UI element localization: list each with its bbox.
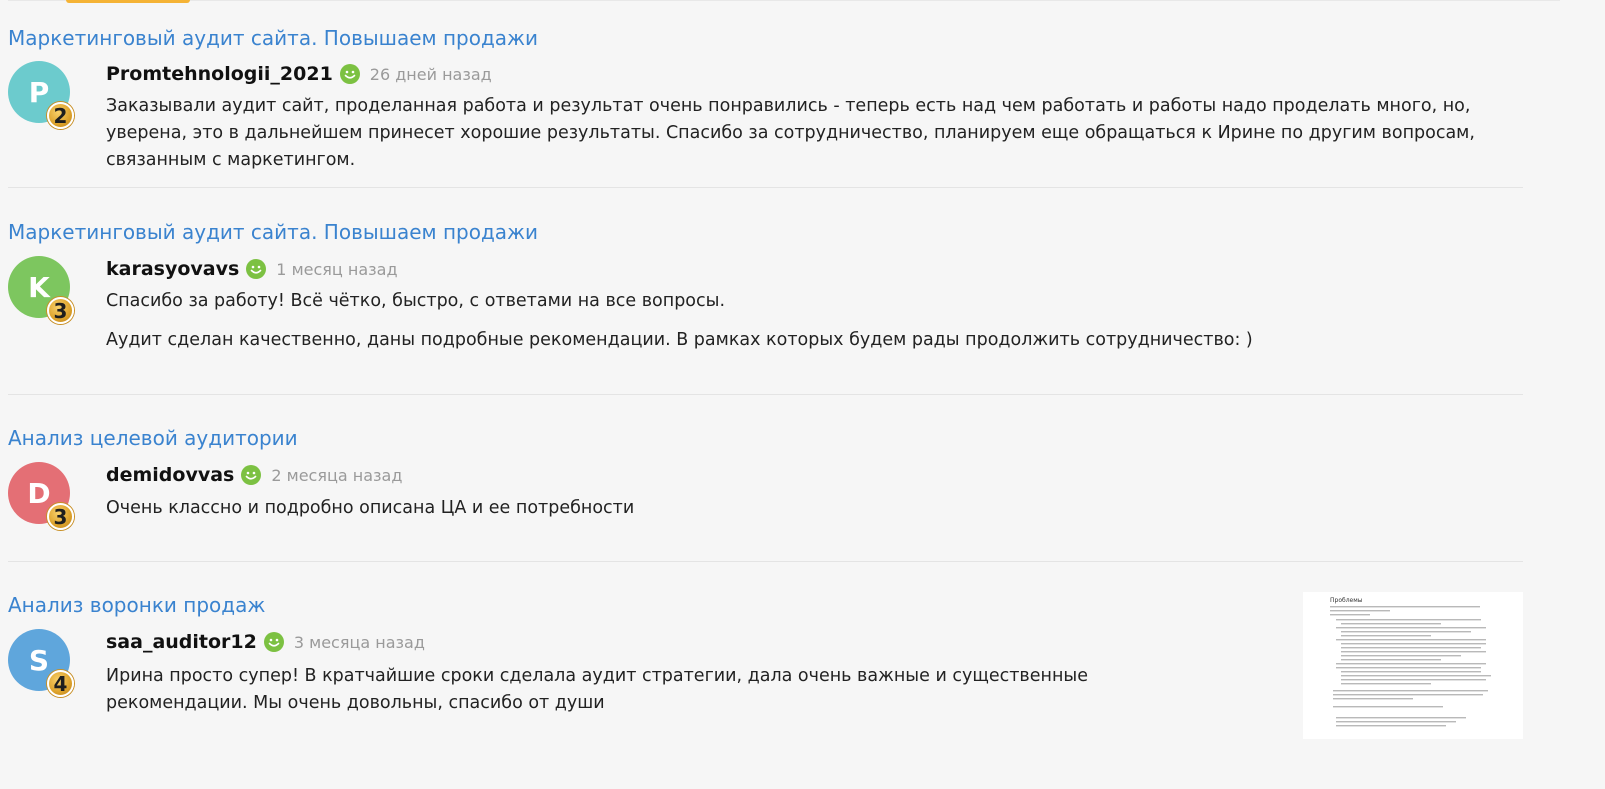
- avatar[interactable]: P 2: [8, 61, 74, 129]
- review-item: Маркетинговый аудит сайта. Повышаем прод…: [8, 25, 1560, 185]
- positive-review-icon: [241, 465, 262, 485]
- positive-review-icon: [263, 632, 284, 652]
- username-link[interactable]: saa_auditor12: [106, 631, 257, 653]
- review-paragraph: Заказывали аудит сайт, проделанная работ…: [106, 96, 1475, 170]
- review-item: Маркетинговый аудит сайта. Повышаем прод…: [8, 219, 1560, 379]
- review-paragraph: Очень классно и подробно описана ЦА и ее…: [106, 498, 635, 518]
- document-preview-image: Проблемы: [1303, 592, 1523, 739]
- username-link[interactable]: demidovvas: [106, 464, 234, 486]
- level-badge: 3: [47, 503, 74, 530]
- username-link[interactable]: karasyovavs: [106, 258, 239, 280]
- review-header: karasyovavs 1 месяц назад: [106, 258, 398, 280]
- review-paragraph: Ирина просто супер! В кратчайшие сроки с…: [106, 666, 1088, 713]
- review-item: Анализ целевой аудитории D 3 demidovvas …: [8, 425, 1560, 555]
- review-divider: [8, 187, 1523, 188]
- review-paragraph: Аудит сделан качественно, даны подробные…: [106, 330, 1253, 350]
- review-divider: [8, 561, 1523, 562]
- service-title-link[interactable]: Маркетинговый аудит сайта. Повышаем прод…: [8, 25, 1560, 51]
- review-header: Promtehnologii_2021 26 дней назад: [106, 63, 492, 85]
- avatar[interactable]: D 3: [8, 462, 74, 530]
- review-text: Очень классно и подробно описана ЦА и ее…: [106, 495, 1486, 522]
- review-time: 1 месяц назад: [276, 259, 398, 279]
- avatar[interactable]: K 3: [8, 256, 74, 324]
- username-link[interactable]: Promtehnologii_2021: [106, 63, 333, 85]
- level-badge: 4: [47, 670, 74, 697]
- attachment-heading: Проблемы: [1330, 597, 1363, 604]
- review-header: saa_auditor12 3 месяца назад: [106, 631, 425, 653]
- review-time: 2 месяца назад: [271, 465, 403, 485]
- service-title-link[interactable]: Анализ целевой аудитории: [8, 425, 1560, 451]
- review-paragraph: Спасибо за работу! Всё чётко, быстро, с …: [106, 291, 726, 311]
- level-badge: 2: [47, 102, 74, 129]
- level-badge: 3: [47, 297, 74, 324]
- review-divider: [8, 394, 1523, 395]
- positive-review-icon: [339, 64, 360, 84]
- review-time: 3 месяца назад: [293, 632, 425, 652]
- attachment-thumbnail[interactable]: Проблемы: [1303, 592, 1523, 739]
- review-text: Спасибо за работу! Всё чётко, быстро, с …: [106, 288, 1486, 354]
- positive-review-icon: [246, 259, 267, 279]
- active-tab-indicator: [66, 0, 190, 3]
- service-title-link[interactable]: Маркетинговый аудит сайта. Повышаем прод…: [8, 219, 1560, 245]
- avatar[interactable]: S 4: [8, 629, 74, 697]
- top-divider: [8, 0, 1560, 1]
- review-header: demidovvas 2 месяца назад: [106, 464, 402, 486]
- review-time: 26 дней назад: [369, 64, 492, 84]
- review-text: Заказывали аудит сайт, проделанная работ…: [106, 93, 1486, 174]
- review-text: Ирина просто супер! В кратчайшие сроки с…: [106, 663, 1226, 717]
